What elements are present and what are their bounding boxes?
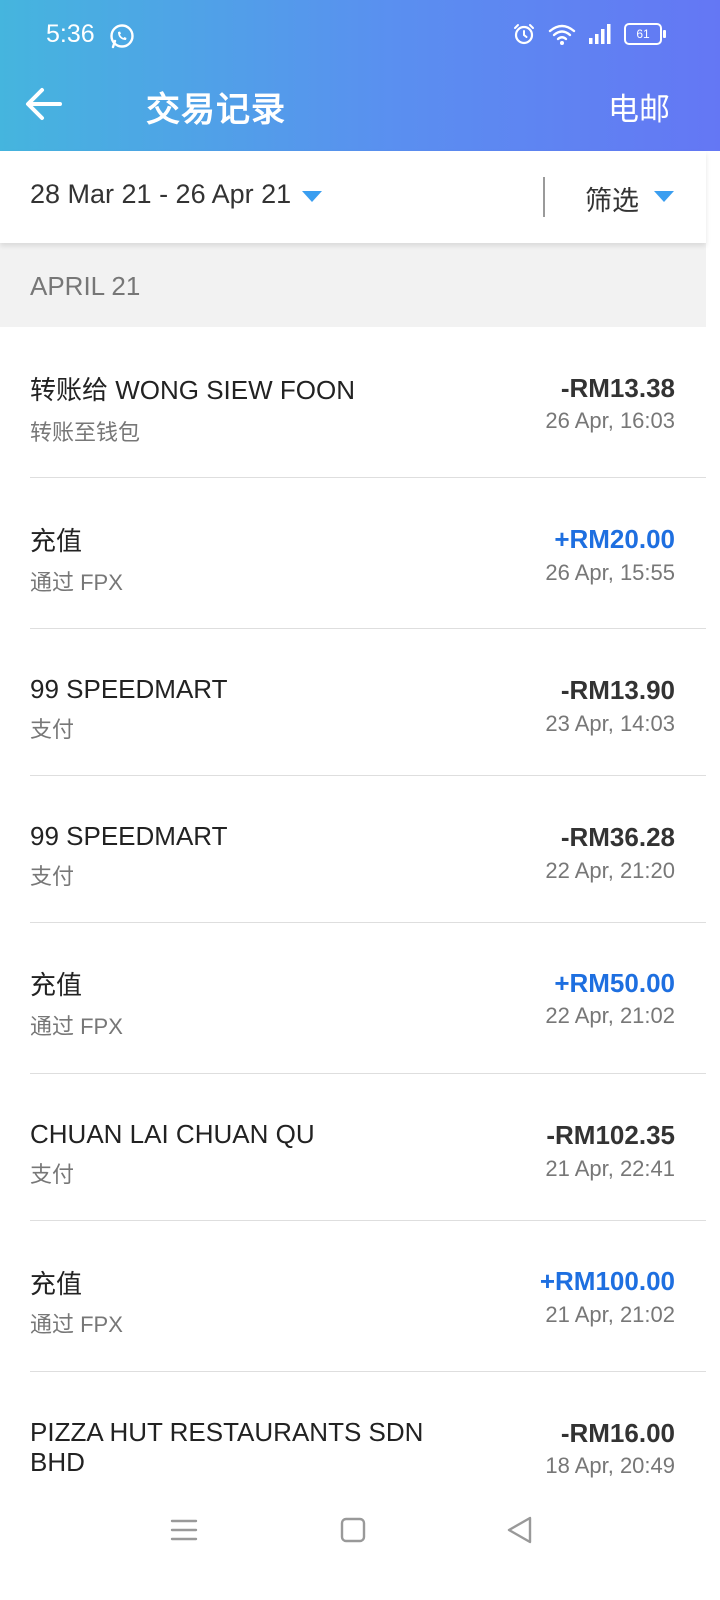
status-time: 5:36 bbox=[46, 20, 95, 48]
transaction-row[interactable]: 99 SPEEDMART 支付 -RM13.90 23 Apr, 14:03 bbox=[0, 629, 706, 776]
filter-divider bbox=[543, 177, 545, 217]
transaction-title: 充值 bbox=[30, 970, 83, 1000]
date-range-selector[interactable]: 28 Mar 21 - 26 Apr 21 bbox=[30, 179, 291, 210]
transaction-title: 99 SPEEDMART bbox=[30, 821, 228, 851]
home-square-icon[interactable] bbox=[333, 1510, 373, 1550]
status-icons: 61 bbox=[512, 22, 666, 46]
signal-icon bbox=[589, 24, 611, 44]
transaction-row[interactable]: 充值 通过 FPX +RM20.00 26 Apr, 15:55 bbox=[0, 478, 706, 629]
page-title: 交易记录 bbox=[146, 91, 286, 129]
system-nav-bar bbox=[0, 1490, 720, 1600]
transaction-date: 21 Apr, 22:41 bbox=[545, 1156, 675, 1181]
transaction-date: 23 Apr, 14:03 bbox=[545, 711, 675, 736]
transaction-amount: +RM50.00 bbox=[554, 968, 675, 998]
transaction-title: 转账给 WONG SIEW FOON bbox=[30, 375, 355, 405]
alarm-icon bbox=[514, 24, 534, 45]
transaction-row[interactable]: 充值 通过 FPX +RM50.00 22 Apr, 21:02 bbox=[0, 923, 706, 1074]
transaction-row[interactable]: 转账给 WONG SIEW FOON 转账至钱包 -RM13.38 26 Apr… bbox=[0, 327, 706, 478]
transaction-date: 26 Apr, 16:03 bbox=[545, 408, 675, 433]
transaction-subtitle: 支付 bbox=[30, 864, 75, 889]
filter-button[interactable]: 筛选 bbox=[585, 179, 639, 218]
transaction-title: 充值 bbox=[30, 1269, 83, 1299]
transaction-subtitle: 支付 bbox=[30, 1162, 75, 1187]
transaction-title: PIZZA HUT RESTAURANTS SDN BHD bbox=[30, 1417, 424, 1477]
transaction-row[interactable]: CHUAN LAI CHUAN QU 支付 -RM102.35 21 Apr, … bbox=[0, 1074, 706, 1221]
transaction-title: CHUAN LAI CHUAN QU bbox=[30, 1119, 315, 1149]
transaction-subtitle: 通过 FPX bbox=[30, 1014, 123, 1039]
transaction-amount: -RM36.28 bbox=[560, 822, 675, 852]
app-header: 5:36 61 交易记录 电邮 bbox=[0, 0, 720, 151]
transaction-amount: +RM20.00 bbox=[554, 524, 675, 554]
transaction-title: 充值 bbox=[30, 526, 83, 556]
email-button[interactable]: 电邮 bbox=[608, 84, 670, 129]
filter-bar: 28 Mar 21 - 26 Apr 21 筛选 bbox=[0, 151, 706, 243]
transaction-list: 转账给 WONG SIEW FOON 转账至钱包 -RM13.38 26 Apr… bbox=[0, 327, 706, 1522]
filter-dropdown-icon[interactable] bbox=[654, 191, 674, 202]
transaction-row[interactable]: 充值 通过 FPX +RM100.00 21 Apr, 21:02 bbox=[0, 1221, 706, 1372]
wifi-icon bbox=[548, 24, 576, 45]
date-dropdown-icon[interactable] bbox=[302, 191, 322, 202]
transaction-subtitle: 转账至钱包 bbox=[30, 420, 141, 445]
month-section-header: APRIL 21 bbox=[0, 243, 706, 327]
back-arrow-icon[interactable] bbox=[24, 86, 64, 122]
transaction-row[interactable]: 99 SPEEDMART 支付 -RM36.28 22 Apr, 21:20 bbox=[0, 776, 706, 923]
transaction-date: 26 Apr, 15:55 bbox=[545, 560, 675, 585]
transaction-amount: -RM16.00 bbox=[560, 1418, 675, 1448]
transaction-date: 22 Apr, 21:02 bbox=[545, 1003, 675, 1028]
transaction-amount: -RM102.35 bbox=[546, 1120, 675, 1150]
transaction-date: 18 Apr, 20:49 bbox=[545, 1453, 675, 1478]
transaction-subtitle: 通过 FPX bbox=[30, 1312, 123, 1337]
transaction-amount: -RM13.38 bbox=[560, 373, 675, 403]
transaction-subtitle: 支付 bbox=[30, 717, 75, 742]
transaction-title: 99 SPEEDMART bbox=[30, 674, 228, 704]
transaction-amount: +RM100.00 bbox=[539, 1266, 675, 1296]
battery-icon: 61 bbox=[624, 23, 666, 45]
transaction-amount: -RM13.90 bbox=[560, 675, 675, 705]
whatsapp-icon bbox=[110, 24, 134, 49]
transaction-date: 22 Apr, 21:20 bbox=[545, 858, 675, 883]
back-triangle-icon[interactable] bbox=[500, 1510, 540, 1550]
transaction-subtitle: 通过 FPX bbox=[30, 570, 123, 595]
transaction-date: 21 Apr, 21:02 bbox=[545, 1302, 675, 1327]
menu-icon[interactable] bbox=[164, 1510, 204, 1550]
month-label: APRIL 21 bbox=[30, 271, 141, 301]
